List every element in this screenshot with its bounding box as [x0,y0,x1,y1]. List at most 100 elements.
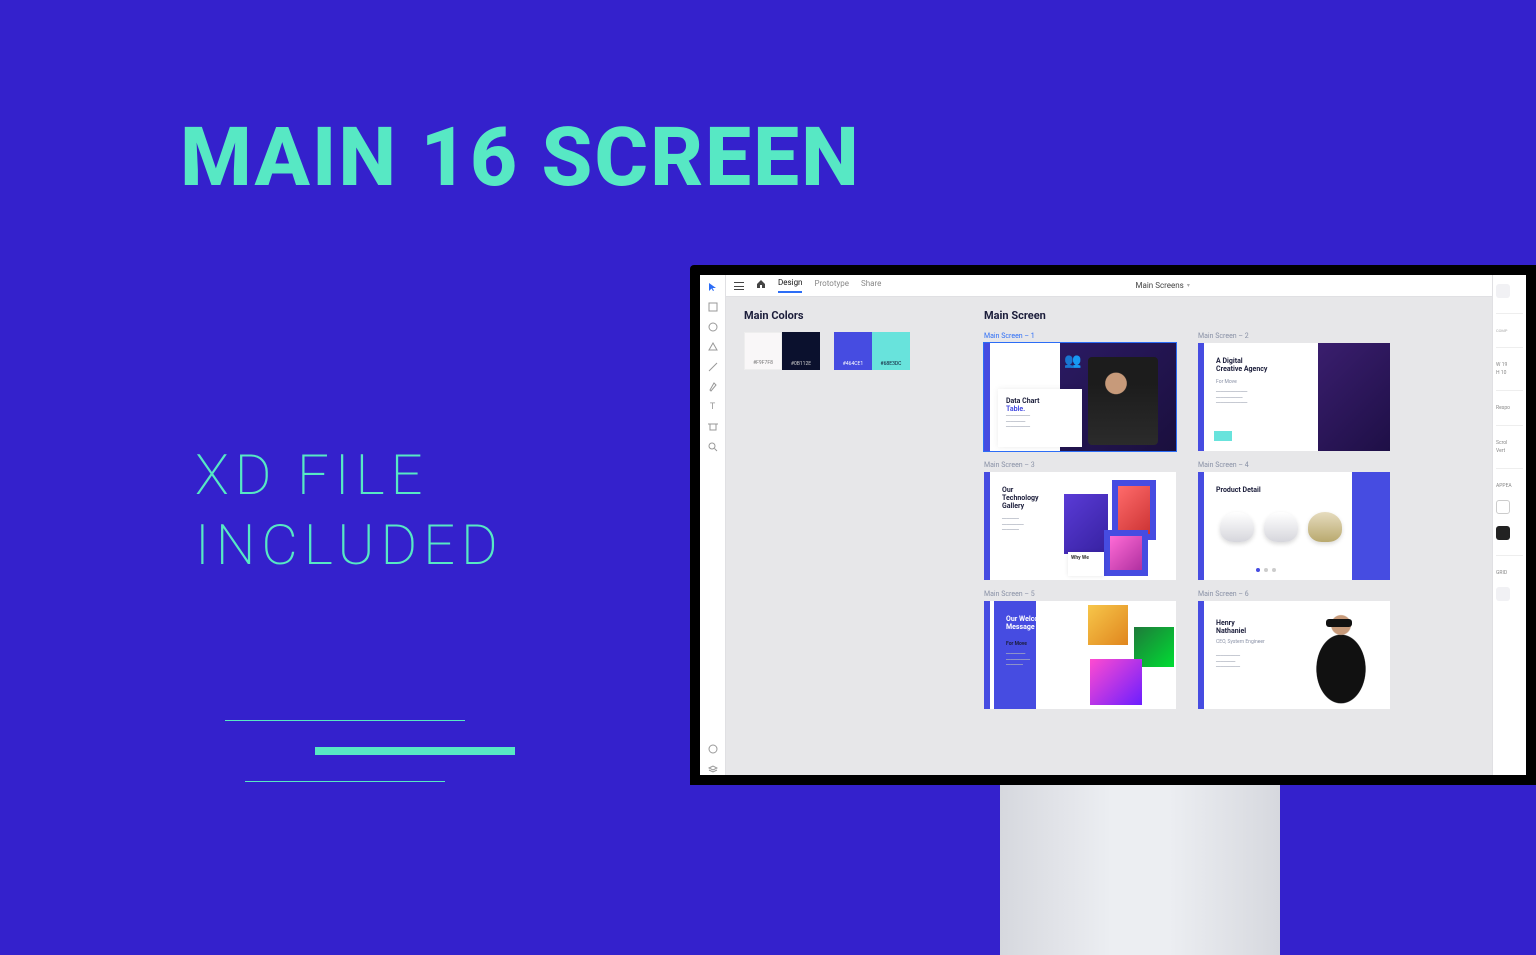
document-title-text: Main Screens [1136,281,1184,290]
artboard-4-sidepanel [1352,472,1390,580]
artboard-4-pager [1256,568,1276,572]
layers-panel-icon[interactable] [707,763,719,775]
artboard-2-sub: For Move [1216,379,1306,385]
artboard-1-title-1: Data Chart [1006,397,1074,405]
promo-subhead: XD FILE INCLUDED [195,440,504,580]
scrolling-value[interactable]: Vert [1496,448,1523,454]
height-value[interactable]: 10 [1501,370,1507,376]
artboard-4-product-1 [1220,512,1254,542]
artboard-tool-icon[interactable] [707,421,719,433]
artboard-6-body: ━━━━━━━━━━━━━━━━━━━━━━━━━━━━ [1216,653,1265,670]
zoom-tool-icon[interactable] [707,441,719,453]
artboard-4-title: Product Detail [1216,486,1261,494]
artboard-1[interactable]: 👥 Data Chart Table. ━━━━━━━━━━━━━━━━━━━━… [984,343,1176,451]
appearance-label: APPEA [1496,483,1523,489]
tab-prototype[interactable]: Prototype [814,279,848,292]
swatch-row: #F9F7F8 #0B112E #464CE1 #68E3DC [744,332,924,370]
document-title[interactable]: Main Screens ▾ [1136,281,1190,290]
artboard-6-title: Henry Nathaniel [1216,619,1265,635]
grid-toggle-icon[interactable] [1496,587,1510,601]
artboard-2-wrap: Main Screen – 2 A Digital Creative Agenc… [1198,332,1390,451]
pen-tool-icon[interactable] [707,381,719,393]
screens-section-title: Main Screen [984,309,1474,322]
artboard-6-sub: CEO, System Engineer [1216,639,1265,645]
artboard-3-card-c [1104,530,1148,576]
hamburger-menu-icon[interactable] [734,282,744,290]
properties-panel: COMP W 19 H 10 Respo Scrol Vert APPEA GR… [1492,275,1526,775]
artboard-6-wrap: Main Screen – 6 Henry Nathaniel CEO, Sys… [1198,590,1390,709]
text-tool-icon[interactable]: T [707,401,719,413]
decorative-lines [225,720,525,808]
fill-swatch-icon[interactable] [1496,500,1510,514]
tool-rail: T [700,275,726,775]
colors-section: Main Colors #F9F7F8 #0B112E #464CE1 #68E… [744,309,924,763]
artboard-4-label[interactable]: Main Screen – 4 [1198,461,1390,469]
artboard-2-photo [1318,343,1390,451]
grid-label: GRID [1496,570,1523,576]
artboard-5-img-a [1088,605,1128,645]
height-label: H [1496,370,1500,376]
artboard-3-body: ━━━━━━━━━━━━━━━━━━━━━━━ [1002,516,1054,533]
artboard-4-wrap: Main Screen – 4 Product Detail [1198,461,1390,580]
tab-design[interactable]: Design [778,278,802,293]
artboard-3-title: Our Technology Gallery [1002,486,1054,510]
width-value[interactable]: 19 [1502,362,1508,368]
artboard-5-body: ━━━━━━━━━━━━━━━━━━━━━━━━━ [1006,651,1076,668]
artboard-6[interactable]: Henry Nathaniel CEO, System Engineer ━━━… [1198,601,1390,709]
artboard-1-title-2: Table. [1006,405,1074,413]
artboard-5[interactable]: Our Welcome Message For Move ━━━━━━━━━━━… [984,601,1176,709]
artboard-2-body: ━━━━━━━━━━━━━━━━━━━━━━━━━━━━━━━━━━━━━ [1216,389,1306,406]
artboard-1-label[interactable]: Main Screen – 1 [984,332,1176,340]
width-label: W [1496,362,1500,368]
artboard-3-card-a [1064,494,1108,554]
artboard-4-product-2 [1264,512,1298,542]
rectangle-tool-icon[interactable] [707,301,719,313]
design-canvas[interactable]: Main Colors #F9F7F8 #0B112E #464CE1 #68E… [726,297,1492,775]
polygon-tool-icon[interactable] [707,341,719,353]
screens-section: Main Screen Main Screen – 1 👥 [984,309,1474,763]
artboard-2-title: A Digital Creative Agency [1216,357,1306,373]
artboard-4[interactable]: Product Detail [1198,472,1390,580]
chevron-down-icon: ▾ [1187,282,1190,289]
artboard-1-person [1088,357,1158,445]
monitor-stand [1000,785,1280,955]
monitor-frame: T Design Prototype Share Main Screens ▾ [690,265,1536,785]
swatch-4[interactable]: #68E3DC [872,332,910,370]
artboard-6-glasses [1326,619,1352,627]
artboard-3-label[interactable]: Main Screen – 3 [984,461,1176,469]
home-icon[interactable] [756,279,766,292]
artboard-5-label[interactable]: Main Screen – 5 [984,590,1176,598]
artboard-5-wrap: Main Screen – 5 Our Welcome Message For … [984,590,1176,709]
artboard-2-label[interactable]: Main Screen – 2 [1198,332,1390,340]
artboard-4-product-3 [1308,512,1342,542]
assets-panel-icon[interactable] [707,743,719,755]
artboard-5-title: Our Welcome Message [1006,615,1076,631]
select-tool-icon[interactable] [707,281,719,293]
promo-headline: MAIN 16 SCREEN [180,110,861,206]
colors-section-title: Main Colors [744,309,924,322]
artboard-3[interactable]: Our Technology Gallery ━━━━━━━━━━━━━━━━━… [984,472,1176,580]
artboard-2-badge [1214,431,1232,441]
swatch-2[interactable]: #0B112E [782,332,820,370]
artboard-5-img-c [1090,659,1142,705]
top-bar: Design Prototype Share Main Screens ▾ [726,275,1492,297]
ellipse-tool-icon[interactable] [707,321,719,333]
artboard-1-wrap: Main Screen – 1 👥 Data Chart Table. [984,332,1176,451]
align-row [1496,283,1523,299]
size-row: W 19 H 10 [1496,362,1523,376]
artboard-1-body: ━━━━━━━━━━━━━━━━━━━━━━━━━━━━ [1006,413,1074,430]
line-tool-icon[interactable] [707,361,719,373]
swatch-1[interactable]: #F9F7F8 [744,332,782,370]
swatch-3[interactable]: #464CE1 [834,332,872,370]
artboard-3-why: Why We [1068,552,1104,576]
fill-swatch-2-icon[interactable] [1496,526,1510,540]
tab-share[interactable]: Share [861,279,881,292]
artboard-5-sub: For Move [1006,641,1076,647]
artboard-2[interactable]: A Digital Creative Agency For Move ━━━━━… [1198,343,1390,451]
component-label: COMP [1496,328,1523,333]
responsive-label: Respo [1496,405,1523,411]
scrolling-label: Scrol [1496,440,1523,446]
align-icon[interactable] [1496,284,1510,298]
artboard-6-label[interactable]: Main Screen – 6 [1198,590,1390,598]
xd-app-window: T Design Prototype Share Main Screens ▾ [700,275,1526,775]
